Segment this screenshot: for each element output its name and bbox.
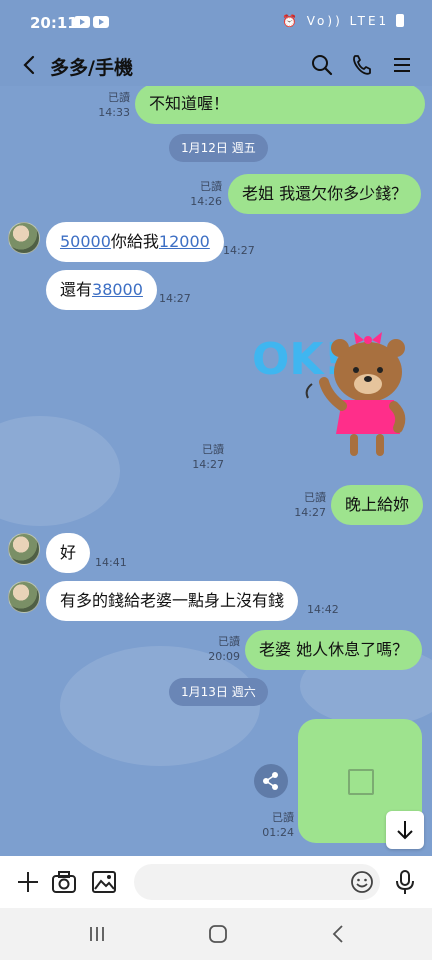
camera-icon[interactable]	[50, 868, 78, 896]
input-bar	[0, 856, 432, 908]
contact-avatar[interactable]	[8, 533, 40, 565]
message-time: 14:26	[190, 195, 222, 208]
message-time: 14:42	[307, 603, 339, 616]
message-time: 14:27	[294, 506, 326, 519]
emoji-icon[interactable]	[348, 868, 376, 896]
incoming-message-bubble[interactable]: 50000你給我12000	[46, 222, 224, 262]
incoming-message-bubble[interactable]: 有多的錢給老婆一點身上沒有錢	[46, 581, 299, 621]
message-meta: 已讀 14:27	[266, 490, 326, 520]
message-time: 14:27	[159, 292, 191, 305]
share-button[interactable]	[254, 764, 288, 798]
plus-icon[interactable]	[14, 868, 42, 896]
read-label: 已讀	[108, 91, 130, 104]
read-label: 已讀	[304, 491, 326, 504]
outgoing-message-bubble[interactable]: 不知道喔！	[135, 86, 425, 124]
message-meta: 已讀 14:27	[180, 442, 224, 472]
message-text: 你給我	[110, 232, 159, 251]
youtube-notification-icon	[74, 16, 90, 28]
chat-title: 多多/手機	[50, 57, 133, 79]
outgoing-message-bubble[interactable]: 老婆 她人休息了嗎？	[245, 630, 423, 670]
read-label: 已讀	[218, 635, 240, 648]
search-icon[interactable]	[309, 52, 335, 78]
youtube-notification-icon	[93, 16, 109, 28]
back-arrow-icon[interactable]	[18, 53, 42, 77]
scroll-to-bottom-button[interactable]	[386, 811, 424, 849]
battery-icon	[396, 14, 404, 27]
message-meta: 已讀 01:24	[230, 810, 294, 840]
incoming-message-bubble[interactable]: 好	[46, 533, 91, 573]
read-label: 已讀	[202, 443, 224, 456]
message-time: 14:41	[95, 556, 127, 569]
incoming-message-bubble[interactable]: 還有38000	[46, 270, 157, 310]
message-meta: 已讀 14:33	[70, 90, 130, 120]
number-link[interactable]: 12000	[159, 232, 210, 251]
network-label: Vo)) LTE1	[306, 14, 390, 28]
number-link[interactable]: 38000	[92, 280, 143, 299]
chat-header: 多多/手機	[0, 44, 432, 86]
number-link[interactable]: 50000	[60, 232, 111, 251]
message-time: 14:27	[192, 458, 224, 471]
background-cloud	[0, 416, 120, 526]
message-text: 還有	[60, 280, 93, 299]
message-time: 14:27	[223, 244, 255, 257]
alarm-icon: ⏰	[282, 14, 300, 28]
arrow-down-icon	[397, 821, 413, 840]
date-separator: 1月12日 週五	[169, 134, 268, 162]
home-icon[interactable]	[205, 922, 231, 946]
sticker-text: OK!	[252, 334, 344, 385]
phone-icon[interactable]	[349, 52, 375, 78]
contact-avatar[interactable]	[8, 222, 40, 254]
message-time: 14:33	[98, 106, 130, 119]
date-separator: 1月13日 週六	[169, 678, 268, 706]
ok-bear-sticker[interactable]: OK!	[250, 326, 420, 466]
mic-icon[interactable]	[391, 868, 419, 896]
outgoing-message-bubble[interactable]: 老姐 我還欠你多少錢？	[228, 174, 422, 214]
status-time: 20:11	[30, 14, 78, 32]
contact-avatar[interactable]	[8, 581, 40, 613]
read-label: 已讀	[200, 180, 222, 193]
system-navigation-bar	[0, 908, 432, 960]
menu-icon[interactable]	[389, 52, 415, 78]
message-time: 01:24	[262, 826, 294, 839]
message-time: 20:09	[208, 650, 240, 663]
gallery-icon[interactable]	[90, 868, 118, 896]
chat-area[interactable]: 已讀 14:33 不知道喔！ 1月12日 週五 已讀 14:26 老姐 我還欠你…	[0, 86, 432, 856]
nav-back-icon[interactable]	[326, 922, 352, 946]
read-label: 已讀	[272, 811, 294, 824]
outgoing-message-bubble[interactable]: 晚上給妳	[331, 485, 424, 525]
status-bar: 20:11 ⏰ Vo)) LTE1	[0, 0, 432, 44]
message-meta: 已讀 14:26	[160, 179, 222, 209]
message-input[interactable]	[134, 864, 380, 900]
share-icon	[263, 772, 278, 790]
background-cloud	[60, 646, 260, 766]
message-meta: 已讀 20:09	[180, 634, 240, 664]
image-placeholder-icon	[348, 769, 374, 795]
system-icons: ⏰ Vo)) LTE1	[282, 14, 404, 28]
recent-apps-icon[interactable]	[84, 922, 110, 946]
